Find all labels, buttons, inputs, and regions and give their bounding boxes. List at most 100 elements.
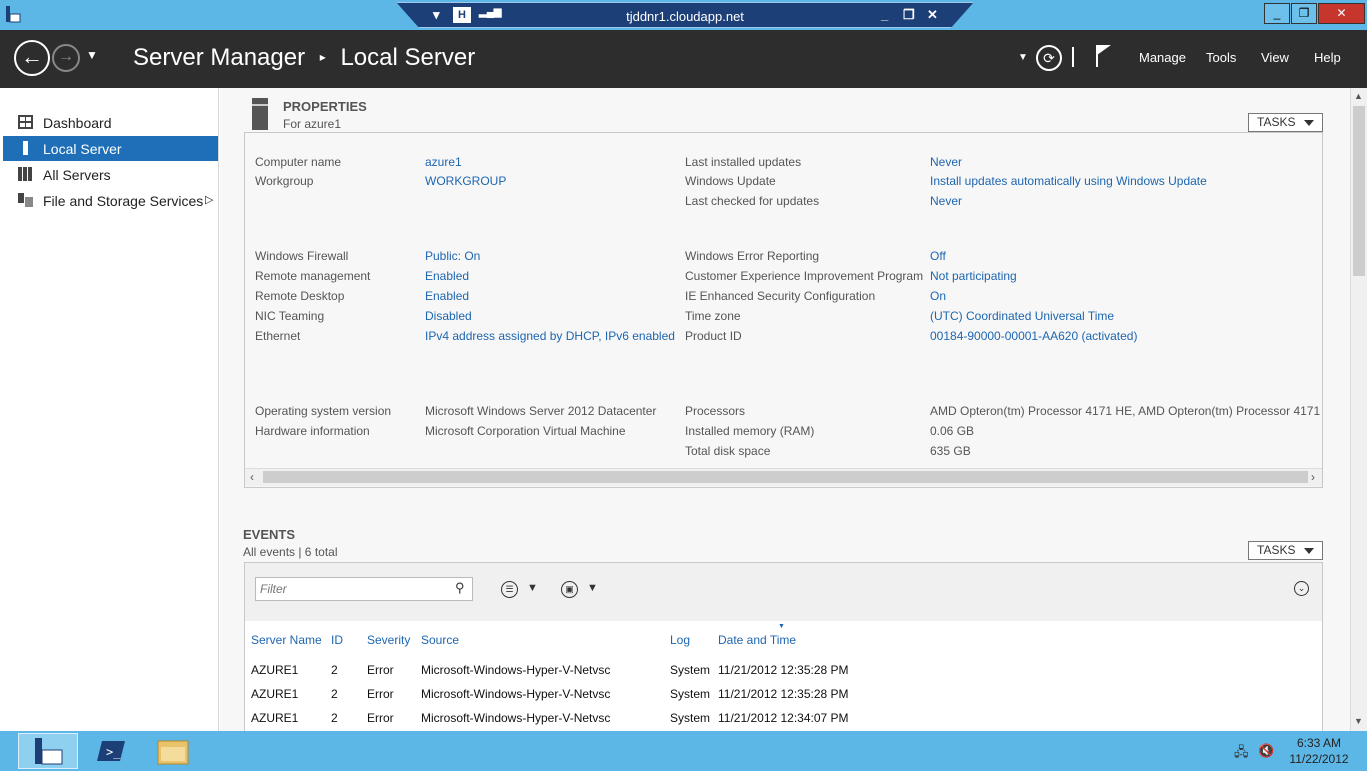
prop-firewall[interactable]: Public: On xyxy=(425,249,480,263)
col-source[interactable]: Source xyxy=(421,633,459,647)
prop-last-installed[interactable]: Never xyxy=(930,155,962,169)
cell-date: 11/21/2012 12:35:28 PM xyxy=(718,663,849,677)
expand-icon[interactable]: ⌄ xyxy=(1294,581,1309,596)
col-log[interactable]: Log xyxy=(670,633,690,647)
list-options-dropdown-icon[interactable]: ▼ xyxy=(527,582,538,594)
prop-error-reporting[interactable]: Off xyxy=(930,249,946,263)
table-row[interactable]: AZURE1 2 Error Microsoft-Windows-Hyper-V… xyxy=(245,711,1322,729)
refresh-icon[interactable]: ⟳ xyxy=(1036,45,1062,71)
back-button[interactable]: ← xyxy=(14,40,50,76)
cell-server: AZURE1 xyxy=(251,663,299,677)
prop-key: Workgroup xyxy=(255,174,314,188)
cell-severity: Error xyxy=(367,711,394,725)
events-tasks-button[interactable]: TASKS xyxy=(1248,541,1323,560)
save-query-dropdown-icon[interactable]: ▼ xyxy=(587,582,598,594)
cell-source: Microsoft-Windows-Hyper-V-Netvsc xyxy=(421,711,611,725)
forward-button[interactable]: → xyxy=(52,44,80,72)
prop-time-zone[interactable]: (UTC) Coordinated Universal Time xyxy=(930,309,1114,323)
prop-key: Customer Experience Improvement Program xyxy=(685,269,924,283)
prop-key: Last installed updates xyxy=(685,155,802,169)
events-panel: ⚲ ☰ ▼ ▣ ▼ ⌄ Server Name ID Severity Sour… xyxy=(244,562,1323,732)
table-row[interactable]: AZURE1 2 Error Microsoft-Windows-Hyper-V… xyxy=(245,663,1322,681)
cell-server: AZURE1 xyxy=(251,687,299,701)
cell-date: 11/21/2012 12:34:07 PM xyxy=(718,711,849,725)
col-id[interactable]: ID xyxy=(331,633,343,647)
table-row[interactable]: AZURE1 2 Error Microsoft-Windows-Hyper-V… xyxy=(245,687,1322,705)
cell-date: 11/21/2012 12:35:28 PM xyxy=(718,687,849,701)
properties-tasks-button[interactable]: TASKS xyxy=(1248,113,1323,132)
volume-muted-icon[interactable]: 🔇 xyxy=(1258,743,1274,759)
taskbar-explorer[interactable] xyxy=(144,733,204,769)
prop-windows-update[interactable]: Install updates automatically using Wind… xyxy=(930,174,1207,188)
sidebar-item-label: All Servers xyxy=(43,167,111,183)
main-vertical-scrollbar[interactable]: ▲ ▼ xyxy=(1350,88,1367,731)
scroll-up-icon[interactable]: ▲ xyxy=(1354,91,1363,101)
save-query-icon[interactable]: ▣ xyxy=(561,581,578,598)
rdp-title-bar: ▾ H ▂▄▆ tjddnr1.cloudapp.net _ ❐ ✕ _ ❐ ✕ xyxy=(0,0,1367,30)
scroll-right-icon[interactable]: › xyxy=(1311,470,1315,484)
scroll-left-icon[interactable]: ‹ xyxy=(250,470,254,484)
prop-ethernet[interactable]: IPv4 address assigned by DHCP, IPv6 enab… xyxy=(425,329,675,343)
minimize-button[interactable]: _ xyxy=(1264,3,1290,24)
prop-os-version: Microsoft Windows Server 2012 Datacenter xyxy=(425,404,657,418)
cell-severity: Error xyxy=(367,687,394,701)
menu-manage[interactable]: Manage xyxy=(1139,50,1186,65)
cell-source: Microsoft-Windows-Hyper-V-Netvsc xyxy=(421,687,611,701)
sidebar-item-label: File and Storage Services xyxy=(43,193,204,209)
taskbar-server-manager[interactable] xyxy=(18,733,78,769)
properties-horizontal-scrollbar[interactable]: ‹ › xyxy=(245,468,1322,486)
sidebar-item-file-storage[interactable]: File and Storage Services ▷ xyxy=(3,188,218,213)
events-subtitle: All events | 6 total xyxy=(243,545,338,559)
server-manager-icon xyxy=(35,738,63,765)
col-date-time[interactable]: Date and Time xyxy=(718,633,796,647)
breadcrumb-app[interactable]: Server Manager xyxy=(133,44,305,71)
expand-arrow-icon[interactable]: ▷ xyxy=(205,193,213,206)
prop-key: Operating system version xyxy=(255,404,392,418)
prop-ie-esc[interactable]: On xyxy=(930,289,946,303)
prop-remote-desktop[interactable]: Enabled xyxy=(425,289,469,303)
list-options-icon[interactable]: ☰ xyxy=(501,581,518,598)
sidebar-item-dashboard[interactable]: Dashboard xyxy=(3,110,218,135)
scroll-down-icon[interactable]: ▼ xyxy=(1354,716,1363,726)
close-button[interactable]: ✕ xyxy=(1318,3,1365,24)
rdp-minimize-icon[interactable]: _ xyxy=(881,7,888,22)
search-icon[interactable]: ⚲ xyxy=(455,580,465,596)
scroll-thumb[interactable] xyxy=(1353,106,1365,276)
col-server-name[interactable]: Server Name xyxy=(251,633,322,647)
prop-key: Time zone xyxy=(685,309,741,323)
prop-workgroup[interactable]: WORKGROUP xyxy=(425,174,506,188)
rdp-close-icon[interactable]: ✕ xyxy=(927,7,938,23)
main-content: PROPERTIES For azure1 TASKS Computer nam… xyxy=(220,88,1350,732)
menu-view[interactable]: View xyxy=(1261,50,1289,65)
prop-product-id[interactable]: 00184-90000-00001-AA620 (activated) xyxy=(930,329,1137,343)
prop-key: Computer name xyxy=(255,155,342,169)
sidebar-item-label: Local Server xyxy=(43,141,122,157)
prop-ceip[interactable]: Not participating xyxy=(930,269,1017,283)
sidebar-item-local-server[interactable]: Local Server xyxy=(3,136,218,161)
prop-remote-management[interactable]: Enabled xyxy=(425,269,469,283)
network-icon[interactable]: 🖧 xyxy=(1234,743,1249,765)
scroll-thumb[interactable] xyxy=(263,471,1308,483)
restore-button[interactable]: ❐ xyxy=(1291,3,1317,24)
sidebar-item-all-servers[interactable]: All Servers xyxy=(3,162,218,187)
clock-date: 11/22/2012 xyxy=(1289,752,1349,766)
menu-tools[interactable]: Tools xyxy=(1206,50,1236,65)
col-severity[interactable]: Severity xyxy=(367,633,410,647)
folder-icon xyxy=(157,740,189,765)
history-dropdown-icon[interactable]: ▼ xyxy=(86,48,98,62)
server-manager-icon xyxy=(6,6,21,23)
rdp-restore-icon[interactable]: ❐ xyxy=(903,7,915,23)
filter-input[interactable] xyxy=(255,577,473,601)
prop-nic-teaming[interactable]: Disabled xyxy=(425,309,472,323)
notifications-dropdown-icon[interactable]: ▼ xyxy=(1018,52,1028,63)
prop-computer-name[interactable]: azure1 xyxy=(425,155,462,169)
menu-help[interactable]: Help xyxy=(1314,50,1341,65)
properties-subtitle: For azure1 xyxy=(283,117,342,131)
prop-key: IE Enhanced Security Configuration xyxy=(685,289,876,303)
flag-icon[interactable] xyxy=(1094,43,1114,69)
taskbar-powershell[interactable]: >_ xyxy=(82,733,142,769)
prop-last-checked[interactable]: Never xyxy=(930,194,962,208)
prop-key: Processors xyxy=(685,404,746,418)
clock[interactable]: 6:33 AM 11/22/2012 xyxy=(1284,736,1354,766)
prop-key: Windows Update xyxy=(685,174,776,188)
